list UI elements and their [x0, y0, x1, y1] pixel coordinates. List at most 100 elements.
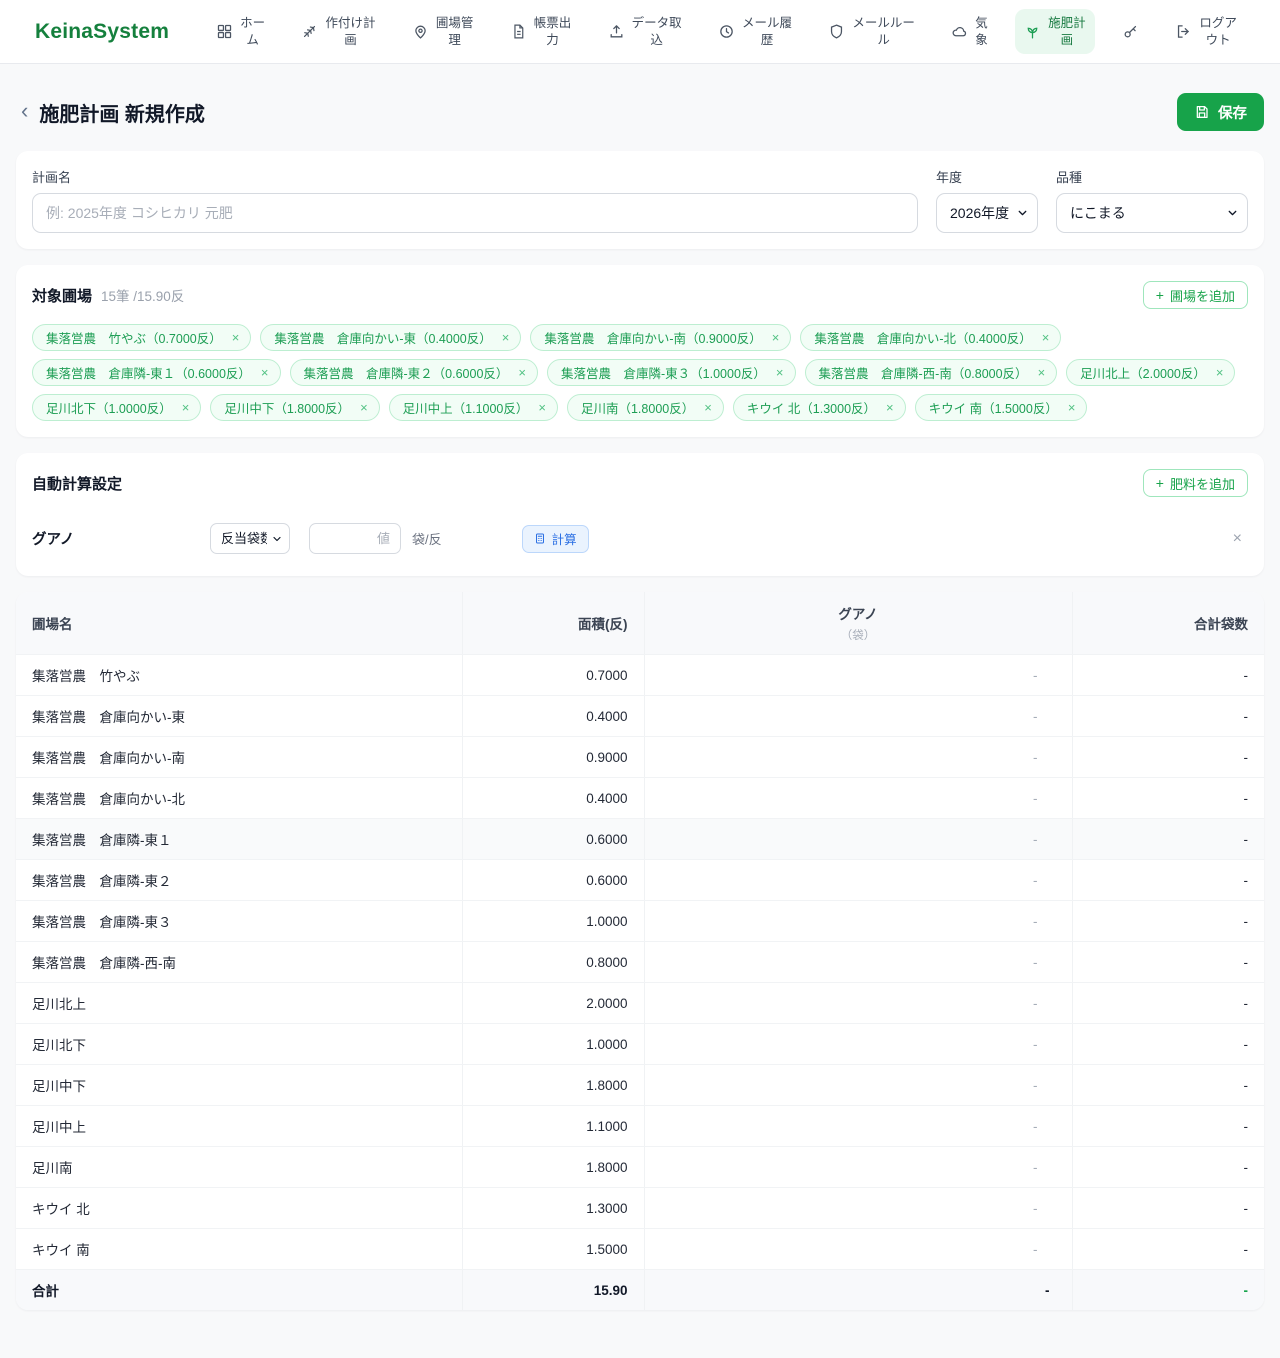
- field-chip: 足川中上（1.1000反）×: [389, 394, 558, 421]
- auto-calc-card: 自動計算設定 + 肥料を追加 グアノ 反当袋数 袋/反 計算 ×: [16, 453, 1264, 576]
- plan-name-input[interactable]: [32, 193, 918, 233]
- field-chip: 集落営農 倉庫隣-東１（0.6000反）×: [32, 359, 281, 386]
- page-header: ‹ 施肥計画 新規作成 保存: [16, 64, 1264, 151]
- field-chip: 足川北上（2.0000反）×: [1066, 359, 1235, 386]
- chip-remove-icon[interactable]: ×: [182, 401, 190, 414]
- nav-planting-plan[interactable]: 作付け計 画: [292, 9, 384, 55]
- brand-logo[interactable]: KeinaSystem: [35, 20, 169, 44]
- history-icon: [718, 23, 735, 40]
- col-header-field-name: 圃場名: [16, 592, 462, 655]
- map-pin-icon: [412, 23, 429, 40]
- nav-data-import-label: データ取 込: [632, 15, 682, 49]
- fields-fertilizer-table: 圃場名 面積(反) グアノ （袋） 合計袋数 集落営農 竹やぶ0.7000-- …: [16, 592, 1264, 1310]
- fiscal-year-group: 年度 2026年度: [936, 167, 1038, 233]
- field-chip: 集落営農 倉庫向かい-北（0.4000反）×: [800, 324, 1061, 351]
- upload-icon: [608, 23, 625, 40]
- nav-home-label: ホー ム: [240, 15, 265, 49]
- nav-key[interactable]: [1113, 17, 1148, 46]
- chip-remove-icon[interactable]: ×: [538, 401, 546, 414]
- chip-remove-icon[interactable]: ×: [502, 331, 510, 344]
- calc-mode-select[interactable]: 反当袋数: [210, 523, 290, 554]
- chip-remove-icon[interactable]: ×: [1042, 331, 1050, 344]
- nav-planting-plan-label: 作付け計 画: [325, 15, 375, 49]
- add-fertilizer-button[interactable]: + 肥料を追加: [1143, 469, 1248, 497]
- remove-fertilizer-icon[interactable]: ×: [1227, 527, 1248, 551]
- plus-icon: +: [1156, 288, 1164, 302]
- nav-field-management[interactable]: 圃場管 理: [403, 9, 483, 55]
- calculate-button[interactable]: 計算: [522, 525, 589, 553]
- target-fields-title: 対象圃場: [32, 285, 92, 306]
- nav-weather[interactable]: 気 象: [942, 9, 997, 55]
- save-button[interactable]: 保存: [1177, 93, 1264, 131]
- field-chip: キウイ 南（1.5000反）×: [915, 394, 1088, 421]
- main-content: ‹ 施肥計画 新規作成 保存 計画名 年度 2026年度 品種 にこま: [0, 64, 1280, 1358]
- col-header-fertilizer-unit: （袋）: [661, 627, 1056, 643]
- plan-name-label: 計画名: [32, 167, 918, 186]
- fiscal-year-select[interactable]: 2026年度: [936, 193, 1038, 233]
- chip-remove-icon[interactable]: ×: [518, 366, 526, 379]
- calc-unit-label: 袋/反: [412, 529, 442, 548]
- plan-name-group: 計画名: [32, 167, 918, 233]
- field-chip: 集落営農 倉庫向かい-南（0.9000反）×: [530, 324, 791, 351]
- plus-icon: +: [1156, 476, 1164, 490]
- document-icon: [510, 23, 527, 40]
- add-field-button[interactable]: + 圃場を追加: [1143, 281, 1248, 309]
- save-icon: [1194, 104, 1210, 120]
- top-nav: KeinaSystem ホー ム 作付け計 画 圃場管 理 帳票出 力 データ取…: [0, 0, 1280, 64]
- nav-logout-label: ログア ウト: [1199, 15, 1237, 49]
- nav-report-output-label: 帳票出 力: [534, 15, 572, 49]
- nav-logout[interactable]: ログア ウト: [1166, 9, 1246, 55]
- table-row: キウイ 北1.3000--: [16, 1188, 1264, 1229]
- chip-remove-icon[interactable]: ×: [776, 366, 784, 379]
- key-icon: [1122, 23, 1139, 40]
- calc-value-input[interactable]: [309, 523, 401, 554]
- wheat-icon: [301, 23, 318, 40]
- target-fields-card: 対象圃場 15筆 /15.90反 + 圃場を追加 集落営農 竹やぶ（0.7000…: [16, 265, 1264, 437]
- logout-icon: [1175, 23, 1192, 40]
- chip-remove-icon[interactable]: ×: [261, 366, 269, 379]
- nav-weather-label: 気 象: [975, 15, 988, 49]
- nav-data-import[interactable]: データ取 込: [599, 9, 691, 55]
- calculator-icon: [534, 532, 546, 545]
- table-row: 集落営農 倉庫向かい-北0.4000--: [16, 778, 1264, 819]
- sprout-icon: [1024, 23, 1041, 40]
- chip-remove-icon[interactable]: ×: [704, 401, 712, 414]
- shield-icon: [828, 23, 845, 40]
- chip-remove-icon[interactable]: ×: [1038, 366, 1046, 379]
- chip-remove-icon[interactable]: ×: [772, 331, 780, 344]
- nav-mail-history-label: メール履 歴: [742, 15, 792, 49]
- variety-select[interactable]: にこまる: [1056, 193, 1248, 233]
- chip-remove-icon[interactable]: ×: [886, 401, 894, 414]
- table-row: 集落営農 倉庫隣-西-南0.8000--: [16, 942, 1264, 983]
- plan-info-card: 計画名 年度 2026年度 品種 にこまる: [16, 151, 1264, 249]
- table-row: キウイ 南1.5000--: [16, 1229, 1264, 1270]
- chip-remove-icon[interactable]: ×: [360, 401, 368, 414]
- nav-mail-history[interactable]: メール履 歴: [709, 9, 801, 55]
- nav-report-output[interactable]: 帳票出 力: [501, 9, 581, 55]
- chip-remove-icon[interactable]: ×: [232, 331, 240, 344]
- field-chip: キウイ 北（1.3000反）×: [733, 394, 906, 421]
- col-header-total-bags: 合計袋数: [1072, 592, 1264, 655]
- field-chip: 足川南（1.8000反）×: [567, 394, 724, 421]
- nav-fertilizer-plan-label: 施肥計 画: [1048, 15, 1086, 49]
- field-chip: 集落営農 倉庫向かい-東（0.4000反）×: [260, 324, 521, 351]
- variety-group: 品種 にこまる: [1056, 167, 1248, 233]
- cloud-icon: [951, 23, 968, 40]
- grid-icon: [216, 23, 233, 40]
- field-chip: 足川中下（1.8000反）×: [210, 394, 379, 421]
- auto-calc-title: 自動計算設定: [32, 473, 122, 494]
- field-chip: 集落営農 倉庫隣-東３（1.0000反）×: [547, 359, 796, 386]
- nav-home[interactable]: ホー ム: [207, 9, 274, 55]
- table-row: 集落営農 倉庫向かい-東0.4000--: [16, 696, 1264, 737]
- chip-remove-icon[interactable]: ×: [1216, 366, 1224, 379]
- table-row: 集落営農 倉庫向かい-南0.9000--: [16, 737, 1264, 778]
- fertilizer-name: グアノ: [32, 528, 210, 549]
- nav-mail-rules[interactable]: メールルー ル: [819, 9, 924, 55]
- table-row: 足川南1.8000--: [16, 1147, 1264, 1188]
- table-row: 足川中下1.8000--: [16, 1065, 1264, 1106]
- nav-fertilizer-plan[interactable]: 施肥計 画: [1015, 9, 1095, 55]
- fiscal-year-label: 年度: [936, 167, 1038, 186]
- back-button[interactable]: ‹: [16, 100, 39, 124]
- field-chip: 集落営農 倉庫隣-西-南（0.8000反）×: [805, 359, 1058, 386]
- chip-remove-icon[interactable]: ×: [1068, 401, 1076, 414]
